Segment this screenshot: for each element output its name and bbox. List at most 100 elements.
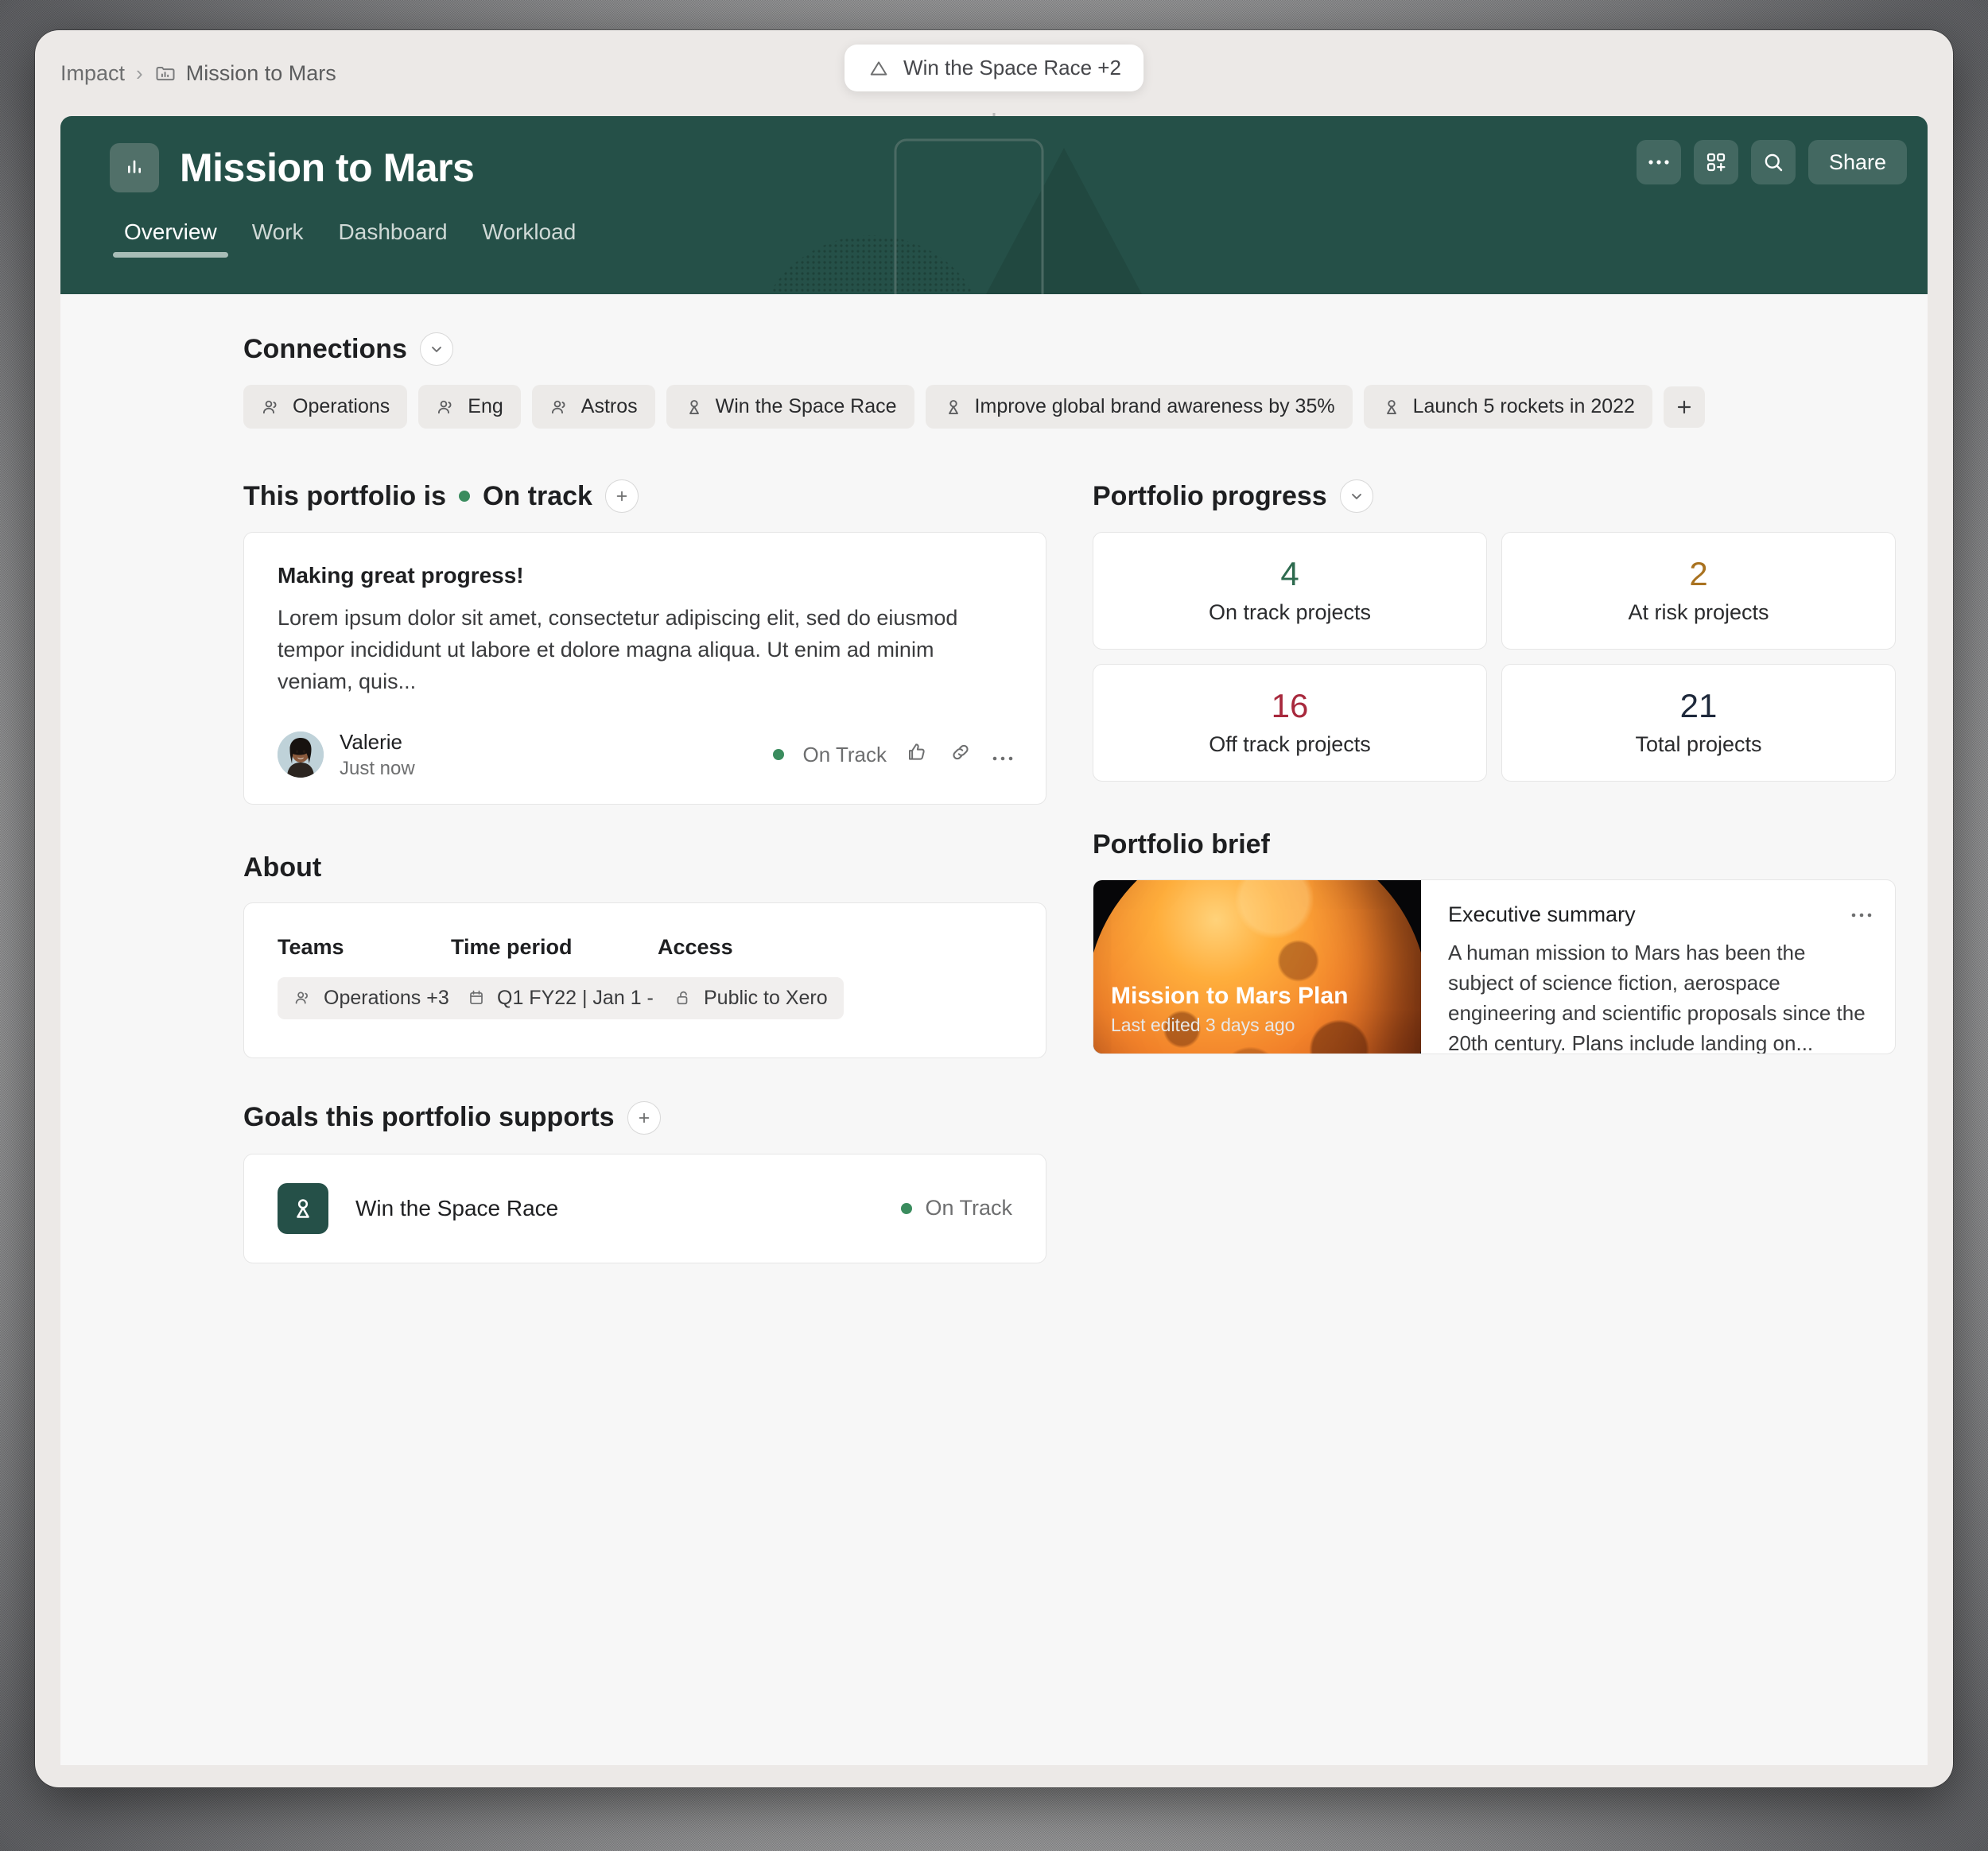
connections-heading: Connections [243,332,1928,366]
tab-work[interactable]: Work [235,219,321,266]
portfolio-header-content: Mission to Mars Overview Work Dashboard … [60,116,1928,266]
connection-chip-label: Astros [580,395,638,417]
triangle-goal-icon [867,57,891,80]
ellipsis-icon [1648,160,1669,165]
status-update-title: Making great progress! [278,563,524,588]
stat-card-total[interactable]: 21 Total projects [1501,664,1896,782]
avatar[interactable] [278,731,324,778]
goal-hover-pill[interactable]: Win the Space Race +2 [845,45,1143,91]
goals-title: Goals this portfolio supports [243,1102,615,1133]
about-field-value: Operations +3 [324,986,449,1009]
search-icon [1765,153,1783,172]
goal-name: Win the Space Race [355,1195,559,1220]
portfolio-brief-section: Portfolio brief Mission to Mars Plan Las… [1093,829,1896,1054]
portfolio-progress-section: Portfolio progress 4 On track projects 2… [1093,479,1896,782]
goal-status-label: On Track [925,1196,1012,1220]
status-update-text: Lorem ipsum dolor sit amet, consectetur … [278,606,958,693]
brief-cover-title: Mission to Mars Plan [1111,983,1349,1009]
connection-chip-win-the-space-race[interactable]: Win the Space Race [666,385,914,429]
overview-columns: This portfolio is On track Making great … [60,479,1928,1263]
breadcrumb-current[interactable]: Mission to Mars [154,61,336,86]
thumbs-up-icon [909,743,925,760]
goal-row[interactable]: Win the Space Race On Track [243,1153,1046,1263]
right-column: Portfolio progress 4 On track projects 2… [1093,479,1896,1263]
add-goal-button[interactable] [627,1100,661,1135]
portfolio-header: Mission to Mars Overview Work Dashboard … [60,116,1928,294]
tab-dashboard[interactable]: Dashboard [321,219,465,266]
brief-cover-caption: Mission to Mars Plan Last edited 3 days … [1111,983,1348,1036]
status-update-more-button[interactable] [992,743,1015,767]
plus-icon [1677,400,1691,413]
stat-card-at-risk[interactable]: 2 At risk projects [1501,532,1896,650]
portfolio-brief-card[interactable]: Mission to Mars Plan Last edited 3 days … [1093,879,1896,1054]
status-update-timestamp: Just now [340,757,415,779]
portfolio-brief-title: Portfolio brief [1093,829,1270,860]
portfolio-progress-collapse-button[interactable] [1339,479,1373,513]
breadcrumb-root[interactable]: Impact [60,61,125,86]
top-bar: Impact › Mission to Mars Win the Space R… [35,30,1953,143]
connection-chip-label: Launch 5 rockets in 2022 [1412,395,1635,417]
about-field-label: Time period [451,934,573,959]
access-value-chip[interactable]: Public to Xero [658,976,844,1019]
goals-heading: Goals this portfolio supports [243,1100,1046,1135]
link-icon [953,744,969,760]
tab-workload[interactable]: Workload [465,219,594,266]
overview-content: Connections Operations Eng Astros Win th… [60,294,1928,1765]
add-connection-button[interactable] [1663,386,1705,428]
add-widget-button[interactable] [1693,140,1738,184]
connection-chip-eng[interactable]: Eng [418,385,521,429]
connections-section: Connections Operations Eng Astros Win th… [60,332,1928,429]
status-update-author: Valerie Just now [278,730,415,780]
goal-icon [278,1182,328,1234]
tab-bar: Overview Work Dashboard Workload [110,219,1928,266]
connection-chip-improve-global-brand-awareness[interactable]: Improve global brand awareness by 35% [925,385,1353,429]
goal-icon [1386,399,1396,414]
share-button[interactable]: Share [1807,140,1907,184]
copy-link-button[interactable] [949,740,973,770]
like-button[interactable] [906,740,930,770]
desktop-backdrop: Impact › Mission to Mars Win the Space R… [0,0,1988,1851]
connection-chip-label: Win the Space Race [715,395,897,417]
stat-label: Off track projects [1209,731,1371,756]
goal-icon [948,399,958,414]
ellipsis-icon [992,756,1013,761]
portfolio-brief-heading: Portfolio brief [1093,829,1896,860]
tab-overview[interactable]: Overview [107,219,235,266]
stat-card-on-track[interactable]: 4 On track projects [1093,532,1487,650]
connection-chip-operations[interactable]: Operations [243,385,408,429]
goal-status-dot [901,1202,913,1214]
status-heading: This portfolio is On track [243,479,1046,513]
stat-card-off-track[interactable]: 16 Off track projects [1093,664,1487,782]
status-heading-value: On track [482,480,592,511]
ellipsis-icon [1851,913,1872,918]
connection-chip-launch-5-rockets[interactable]: Launch 5 rockets in 2022 [1363,385,1652,429]
stat-value: 21 [1679,686,1718,724]
connection-chip-label: Eng [468,395,503,417]
add-status-update-button[interactable] [604,479,639,513]
stat-value: 2 [1689,554,1708,592]
connection-chip-label: Improve global brand awareness by 35% [974,395,1335,417]
brief-more-button[interactable] [1850,898,1874,925]
brief-summary: Executive summary A human mission to Mar… [1421,880,1895,1054]
about-field-teams: Teams Operations +3 [278,935,465,1019]
goals-section: Goals this portfolio supports Win the Sp… [243,1100,1046,1263]
connection-chip-astros[interactable]: Astros [531,385,655,429]
search-button[interactable] [1750,140,1796,184]
status-heading-prefix: This portfolio is [243,480,446,511]
stat-label: Total projects [1635,731,1762,756]
status-update-actions: On Track [772,740,1015,770]
connections-collapse-button[interactable] [419,332,453,366]
more-options-button[interactable] [1636,140,1681,184]
progress-stat-grid: 4 On track projects 2 At risk projects 1… [1093,532,1896,782]
about-field-label: Access [658,934,733,959]
teams-value-chip[interactable]: Operations +3 [278,976,465,1019]
about-card: Teams Operations +3 Time period Q1 FY22 … [243,902,1046,1058]
status-dot [458,491,470,502]
about-section: About Teams Operations +3 Time period Q1… [243,852,1046,1058]
goal-hover-pill-label: Win the Space Race +2 [903,56,1121,80]
portfolio-icon [154,62,177,84]
status-update-body: Making great progress! Lorem ipsum dolor… [244,533,1046,722]
connections-title: Connections [243,333,407,364]
page-title: Mission to Mars [180,146,475,190]
status-update-card[interactable]: Making great progress! Lorem ipsum dolor… [243,532,1046,805]
